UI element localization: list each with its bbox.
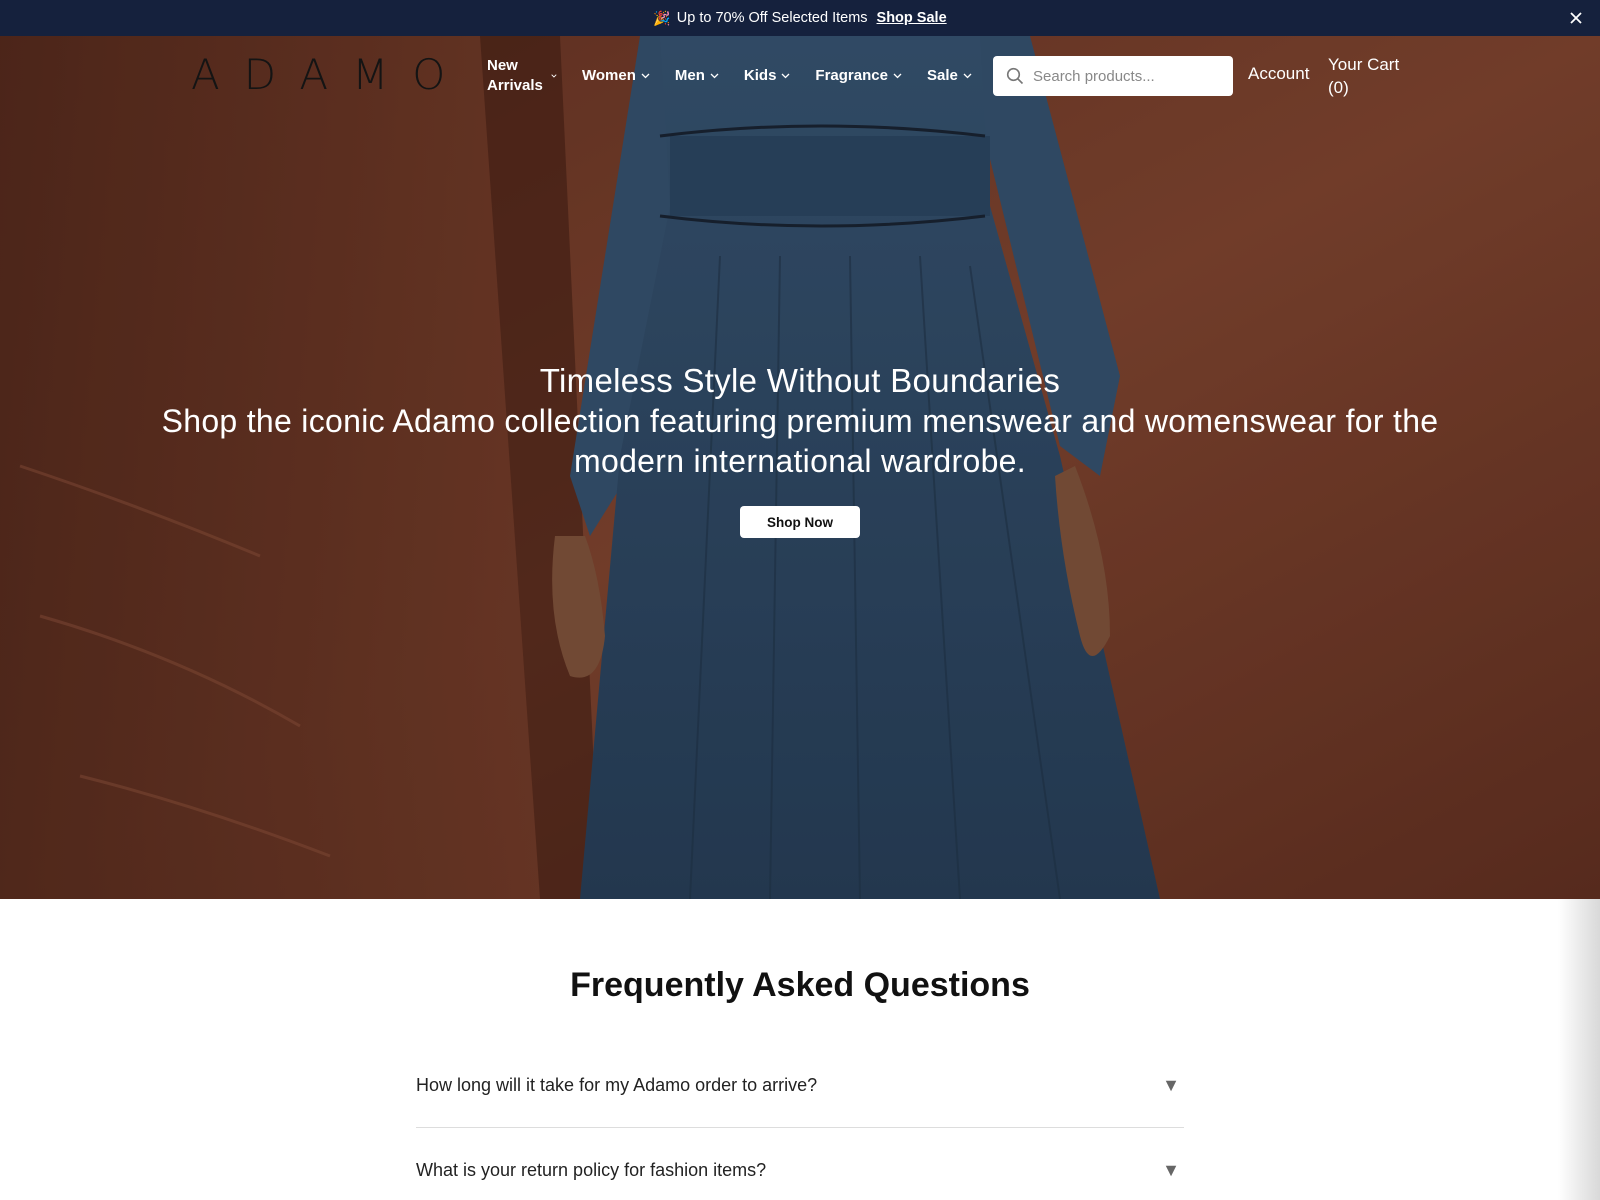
nav-label: Men (674, 67, 705, 84)
scroll-edge-shadow (1558, 899, 1600, 1200)
faq-item[interactable]: What is your return policy for fashion i… (416, 1128, 1184, 1200)
nav-women[interactable]: Women (582, 66, 650, 86)
chevron-down-icon (893, 73, 902, 79)
faq-list: How long will it take for my Adamo order… (416, 1043, 1184, 1200)
faq-item[interactable]: How long will it take for my Adamo order… (416, 1043, 1184, 1128)
party-emoji-icon: 🎉 (653, 9, 671, 26)
close-icon[interactable] (1566, 8, 1586, 28)
search-input[interactable] (1033, 67, 1223, 85)
nav-new-arrivals[interactable]: New Arrivals (487, 56, 557, 96)
faq-question: What is your return policy for fashion i… (416, 1159, 767, 1180)
chevron-down-icon (641, 73, 650, 79)
nav-kids[interactable]: Kids (744, 66, 791, 86)
faq-title: Frequently Asked Questions (570, 966, 1030, 1004)
main-nav: New Arrivals Women Men Kids Fragrance Sa… (487, 56, 997, 96)
search-box[interactable] (993, 56, 1233, 96)
faq-question: How long will it take for my Adamo order… (416, 1074, 818, 1095)
nav-label: New Arrivals (487, 57, 543, 94)
shop-sale-link[interactable]: Shop Sale (877, 10, 947, 26)
announcement-bar: 🎉 Up to 70% Off Selected Items Shop Sale (0, 0, 1600, 36)
nav-men[interactable]: Men (675, 66, 719, 86)
chevron-down-icon (781, 73, 790, 79)
nav-label: Fragrance (815, 67, 888, 84)
nav-label: Kids (743, 67, 777, 84)
hero-subtitle: Shop the iconic Adamo collection featuri… (161, 403, 1439, 479)
announcement-text: Up to 70% Off Selected Items (676, 10, 868, 26)
nav-label: Sale (926, 67, 958, 84)
search-icon (1006, 67, 1024, 85)
triangle-down-icon: ▼ (1162, 1159, 1180, 1180)
cart-count: (0) (1328, 78, 1349, 97)
hero-title: Timeless Style Without Boundaries (539, 362, 1061, 399)
chevron-down-icon (963, 73, 972, 79)
chevron-down-icon (551, 74, 557, 78)
cart-link[interactable]: Your Cart (0) (1328, 53, 1399, 99)
brand-logo[interactable]: ADAMO (191, 53, 469, 97)
hero-text: Timeless Style Without Boundaries Shop t… (100, 361, 1500, 481)
cart-label: Your Cart (1328, 55, 1400, 74)
nav-fragrance[interactable]: Fragrance (815, 66, 902, 86)
nav-label: Women (582, 67, 636, 84)
chevron-down-icon (710, 73, 719, 79)
shop-now-button[interactable]: Shop Now (740, 506, 860, 538)
triangle-down-icon: ▼ (1162, 1074, 1180, 1095)
nav-sale[interactable]: Sale (927, 66, 972, 86)
account-link[interactable]: Account (1248, 64, 1309, 84)
